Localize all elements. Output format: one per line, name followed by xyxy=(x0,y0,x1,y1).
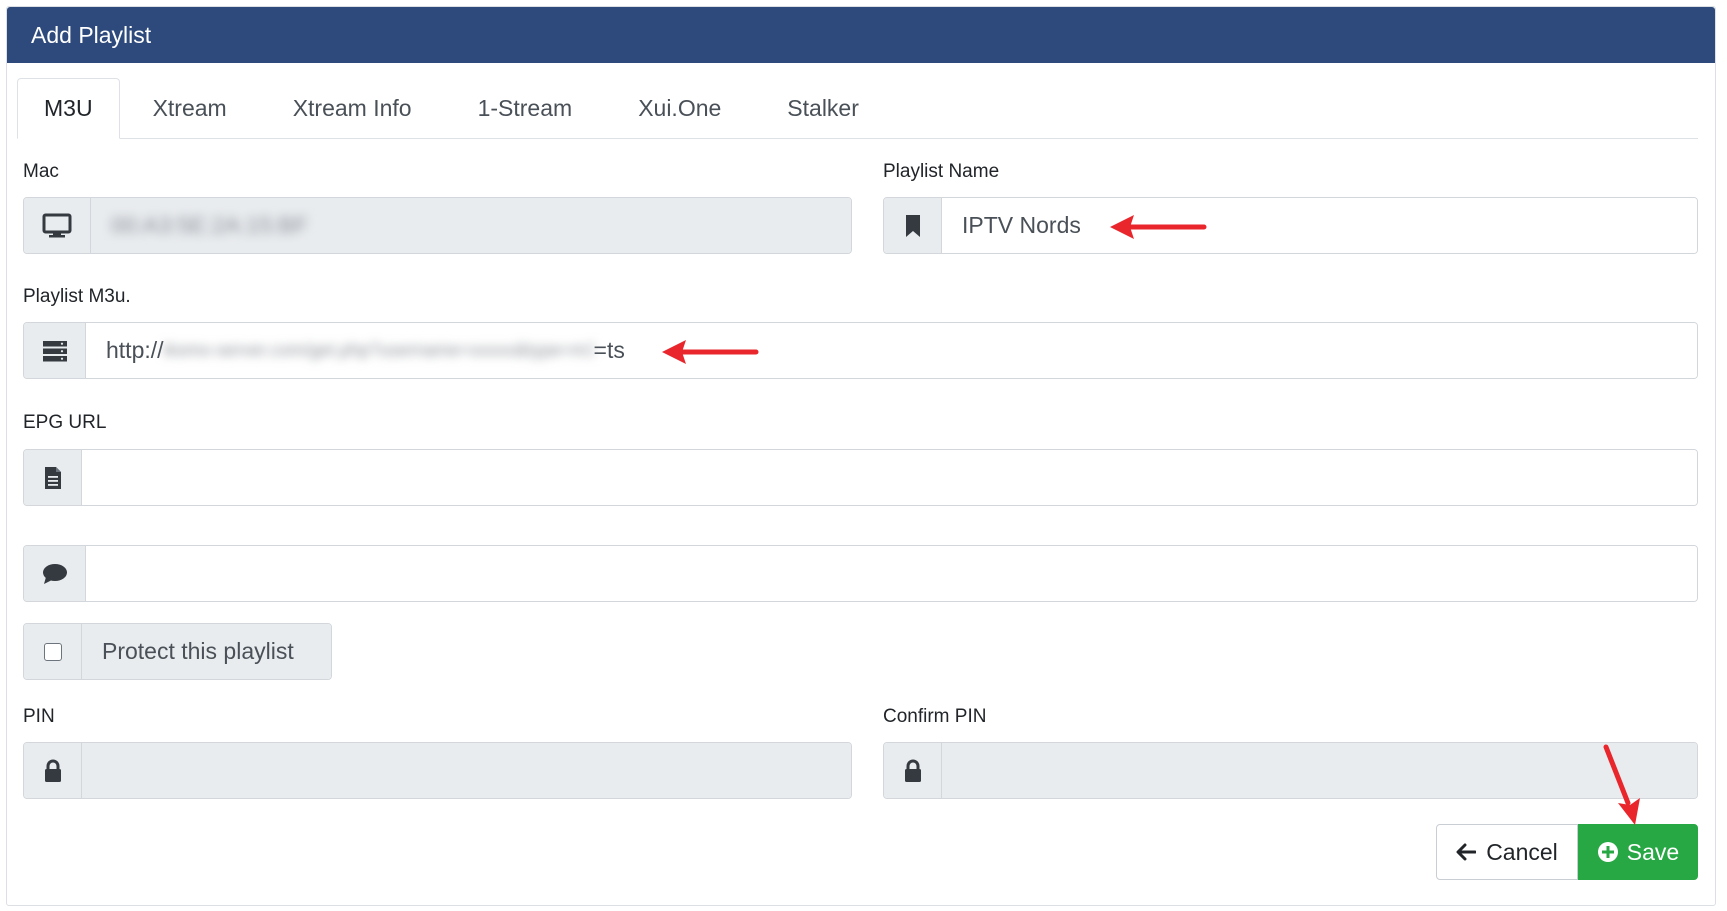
playlist-m3u-label: Playlist M3u. xyxy=(23,286,131,307)
epg-url-field[interactable] xyxy=(82,450,1697,505)
m3u-url-prefix: http:// xyxy=(106,337,164,363)
mac-value: 00:A3:5E:2A:15:BF xyxy=(111,212,308,238)
panel-title: Add Playlist xyxy=(7,7,1715,63)
tab-m3u[interactable]: M3U xyxy=(17,78,120,139)
arrow-left-icon xyxy=(1456,843,1477,861)
cancel-button[interactable]: Cancel xyxy=(1436,824,1578,880)
file-icon xyxy=(24,450,82,505)
tab-stalker[interactable]: Stalker xyxy=(754,78,892,138)
confirm-pin-field[interactable] xyxy=(942,743,1697,798)
protect-checkbox[interactable] xyxy=(43,642,62,661)
m3u-url-hidden: iksmo-server.com/get.php?username=xxxxx&… xyxy=(163,340,594,360)
protect-playlist-group: Protect this playlist xyxy=(23,623,332,680)
protect-playlist-label[interactable]: Protect this playlist xyxy=(82,624,331,679)
epg-url-label: EPG URL xyxy=(23,412,107,433)
tab-xtream-info[interactable]: Xtream Info xyxy=(260,78,445,138)
mac-field[interactable]: 00:A3:5E:2A:15:BF xyxy=(91,198,851,253)
annotation-arrow-icon xyxy=(1110,215,1207,239)
monitor-icon xyxy=(24,198,91,253)
mac-input-group: 00:A3:5E:2A:15:BF xyxy=(23,197,852,254)
tab-xtream[interactable]: Xtream xyxy=(120,78,260,138)
lock-icon xyxy=(24,743,82,798)
playlist-name-input-group: IPTV Nords xyxy=(883,197,1698,254)
lock-icon xyxy=(884,743,942,798)
playlist-m3u-field[interactable]: http://iksmo-server.com/get.php?username… xyxy=(86,323,1697,378)
annotation-arrow-icon xyxy=(662,340,759,364)
plus-circle-icon xyxy=(1597,842,1618,862)
protect-checkbox-wrapper xyxy=(24,624,82,679)
m3u-url-suffix: =ts xyxy=(593,337,625,363)
tab-xui-one[interactable]: Xui.One xyxy=(605,78,754,138)
pin-field[interactable] xyxy=(82,743,851,798)
save-label: Save xyxy=(1626,838,1680,865)
comment-icon xyxy=(24,546,86,601)
playlist-name-value: IPTV Nords xyxy=(962,212,1081,238)
mac-label: Mac xyxy=(23,161,59,182)
cancel-label: Cancel xyxy=(1486,838,1558,865)
playlist-m3u-input-group: http://iksmo-server.com/get.php?username… xyxy=(23,322,1698,379)
tab-1-stream[interactable]: 1-Stream xyxy=(445,78,606,138)
annotation-arrow-icon xyxy=(1603,744,1640,825)
note-field[interactable] xyxy=(86,546,1697,601)
tab-bar: M3U Xtream Xtream Info 1-Stream Xui.One … xyxy=(17,72,1698,139)
save-button[interactable]: Save xyxy=(1578,824,1698,880)
confirm-pin-label: Confirm PIN xyxy=(883,706,987,727)
playlist-name-label: Playlist Name xyxy=(883,161,1000,182)
epg-url-input-group xyxy=(23,449,1698,506)
server-icon xyxy=(24,323,86,378)
confirm-pin-input-group xyxy=(883,742,1698,799)
pin-label: PIN xyxy=(23,706,55,727)
note-input-group xyxy=(23,545,1698,602)
playlist-name-field[interactable]: IPTV Nords xyxy=(942,198,1697,253)
pin-input-group xyxy=(23,742,852,799)
bookmark-icon xyxy=(884,198,942,253)
